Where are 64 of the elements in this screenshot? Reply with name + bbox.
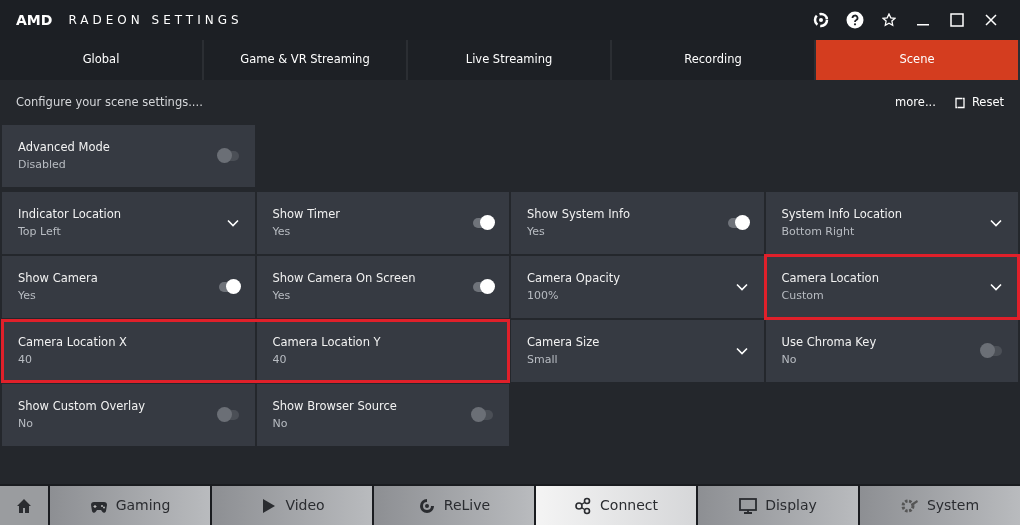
nav-button[interactable]: System bbox=[860, 486, 1020, 525]
tab[interactable]: Global bbox=[0, 40, 204, 80]
setting-label: Camera Size bbox=[527, 334, 600, 351]
setting-value: Disabled bbox=[18, 157, 67, 173]
setting-value: Custom bbox=[781, 288, 825, 304]
more-link[interactable]: more... bbox=[895, 93, 936, 112]
setting-label: Show Camera bbox=[18, 270, 98, 287]
setting-value: 40 bbox=[272, 352, 288, 368]
home-button[interactable] bbox=[0, 486, 48, 525]
setting-label: Show Camera On Screen bbox=[272, 270, 416, 287]
setting-value: No bbox=[272, 416, 289, 432]
nav-button[interactable]: Video bbox=[212, 486, 372, 525]
tab[interactable]: Scene bbox=[816, 40, 1020, 80]
setting-value: Yes bbox=[272, 288, 292, 304]
chevron-down-icon[interactable] bbox=[990, 283, 1002, 291]
nav-button[interactable]: Display bbox=[698, 486, 858, 525]
toggle-switch[interactable] bbox=[982, 346, 1002, 356]
toggle-switch[interactable] bbox=[218, 410, 239, 420]
setting-value: Top Left bbox=[18, 224, 62, 240]
description-text: Configure your scene settings.... bbox=[16, 93, 203, 111]
setting-value: No bbox=[18, 416, 34, 432]
toggle-switch[interactable] bbox=[219, 151, 239, 161]
chevron-down-icon[interactable] bbox=[735, 283, 748, 291]
setting-label: Camera Location X bbox=[18, 334, 127, 351]
home-icon bbox=[15, 496, 33, 515]
setting-value: Yes bbox=[527, 224, 546, 240]
toggle-switch[interactable] bbox=[473, 218, 493, 228]
nav-button[interactable]: Gaming bbox=[50, 486, 210, 525]
setting-label: System Info Location bbox=[781, 206, 903, 223]
nodes-icon bbox=[574, 496, 593, 515]
chevron-down-icon[interactable] bbox=[990, 219, 1002, 227]
setting-value: Yes bbox=[18, 288, 37, 304]
toggle-switch[interactable] bbox=[473, 282, 493, 292]
setting-value: Yes bbox=[272, 224, 292, 240]
tab[interactable]: Game & VR Streaming bbox=[204, 40, 408, 80]
setting-label: Camera Location bbox=[781, 270, 879, 287]
setting-value: 100% bbox=[527, 288, 560, 304]
setting-label: Camera Opacity bbox=[527, 270, 621, 287]
toggle-switch[interactable] bbox=[727, 218, 748, 228]
setting-value: Bottom Right bbox=[781, 224, 856, 240]
setting-label: Camera Location Y bbox=[272, 334, 381, 351]
setting-label: Show System Info bbox=[527, 206, 630, 223]
setting-label: Use Chroma Key bbox=[781, 334, 877, 351]
setting-label: Show Custom Overlay bbox=[18, 398, 146, 415]
setting-value: Small bbox=[527, 352, 559, 368]
reset-button[interactable]: Reset bbox=[953, 93, 1004, 112]
setting-value: No bbox=[781, 352, 798, 368]
nav-button[interactable]: Connect bbox=[536, 486, 696, 525]
toggle-switch[interactable] bbox=[218, 282, 239, 292]
setting-label: Indicator Location bbox=[18, 206, 122, 223]
nav-button[interactable]: ReLive bbox=[374, 486, 534, 525]
relive-icon bbox=[417, 496, 436, 515]
chevron-down-icon[interactable] bbox=[226, 219, 239, 227]
toggle-switch[interactable] bbox=[473, 410, 493, 420]
tab[interactable]: Live Streaming bbox=[408, 40, 612, 80]
monitor-icon bbox=[739, 496, 758, 515]
setting-label: Show Timer bbox=[272, 206, 341, 223]
setting-label: Advanced Mode bbox=[18, 139, 110, 156]
setting-label: Show Browser Source bbox=[272, 398, 397, 415]
chevron-down-icon[interactable] bbox=[735, 347, 748, 355]
tab[interactable]: Recording bbox=[612, 40, 816, 80]
window-title: RADEON SETTINGS bbox=[68, 12, 243, 29]
brand-logo: AMD bbox=[16, 10, 53, 30]
setting-value: 40 bbox=[18, 352, 33, 368]
